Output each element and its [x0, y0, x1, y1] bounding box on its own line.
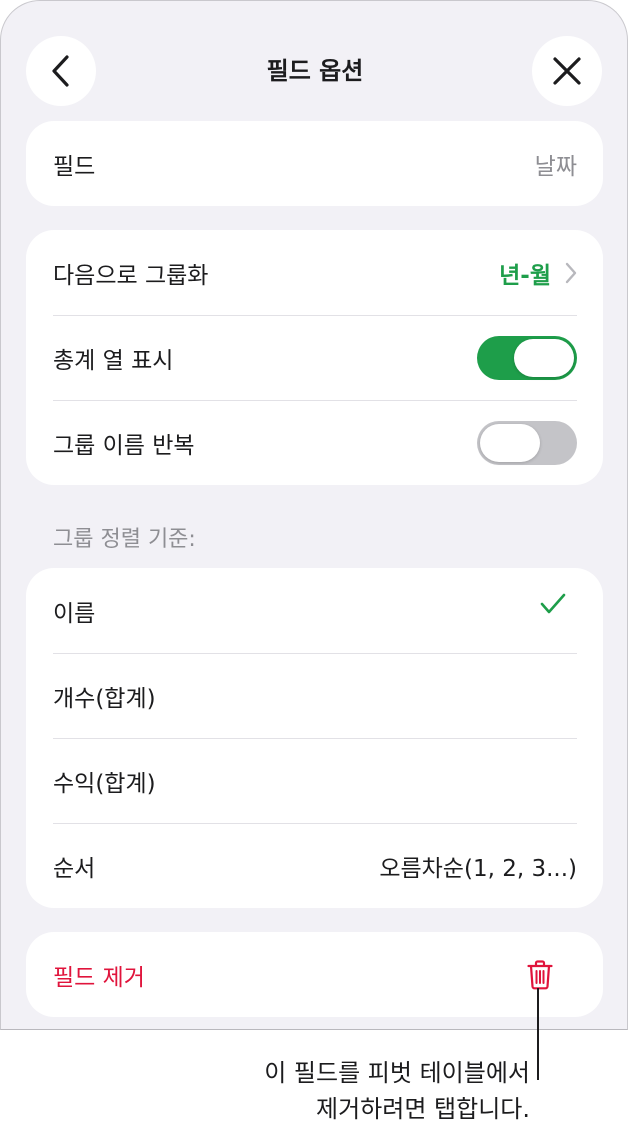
field-row: 필드 날짜 [26, 121, 603, 206]
sort-option-name[interactable]: 이름 [26, 568, 603, 653]
repeat-names-row: 그룹 이름 반복 [26, 400, 603, 485]
remove-card: 필드 제거 [26, 932, 603, 1017]
callout-line-1: 이 필드를 피벗 테이블에서 [264, 1059, 530, 1087]
field-label: 필드 [53, 153, 96, 180]
field-value: 날짜 [534, 153, 577, 180]
sort-order-row[interactable]: 순서 오름차순(1, 2, 3...) [26, 823, 603, 908]
field-options-sheet: 필드 옵션 필드 날짜 다음으로 그룹화 년-월 총계 열 표시 그룹 이름 반… [0, 0, 628, 1030]
sort-option-label: 이름 [53, 600, 96, 627]
checkmark-icon [540, 593, 566, 613]
repeat-names-label: 그룹 이름 반복 [53, 432, 195, 459]
sort-option-count[interactable]: 개수(합계) [26, 653, 603, 738]
remove-field-label: 필드 제거 [53, 964, 145, 991]
callout-line [537, 988, 539, 1080]
trash-icon[interactable] [527, 959, 553, 990]
show-totals-toggle[interactable] [477, 335, 577, 380]
sort-order-value: 오름차순(1, 2, 3...) [379, 855, 577, 882]
group-by-value: 년-월 [499, 262, 551, 289]
sort-option-label: 수익(합계) [53, 770, 156, 797]
group-by-row[interactable]: 다음으로 그룹화 년-월 [26, 230, 603, 315]
callout-line-2: 제거하려면 탭합니다. [316, 1095, 530, 1123]
remove-field-button[interactable]: 필드 제거 [26, 932, 603, 1017]
sort-order-label: 순서 [53, 855, 96, 882]
close-button[interactable] [532, 36, 602, 106]
field-card: 필드 날짜 [26, 121, 603, 206]
grouping-card: 다음으로 그룹화 년-월 총계 열 표시 그룹 이름 반복 [26, 230, 603, 485]
chevron-right-icon [565, 262, 577, 284]
show-totals-row: 총계 열 표시 [26, 315, 603, 400]
sort-card: 이름 개수(합계) 수익(합계) 순서 오름차순(1, 2, 3...) [26, 568, 603, 908]
sort-section-header: 그룹 정렬 기준: [53, 527, 196, 552]
sort-option-revenue[interactable]: 수익(합계) [26, 738, 603, 823]
show-totals-label: 총계 열 표시 [53, 347, 174, 374]
toggle-knob [514, 338, 574, 377]
close-icon [553, 57, 581, 85]
repeat-names-toggle[interactable] [477, 420, 577, 465]
sort-option-label: 개수(합계) [53, 685, 156, 712]
callout-text: 이 필드를 피벗 테이블에서 제거하려면 탭합니다. [264, 1055, 530, 1127]
group-by-label: 다음으로 그룹화 [53, 262, 209, 289]
toggle-knob [480, 423, 540, 462]
